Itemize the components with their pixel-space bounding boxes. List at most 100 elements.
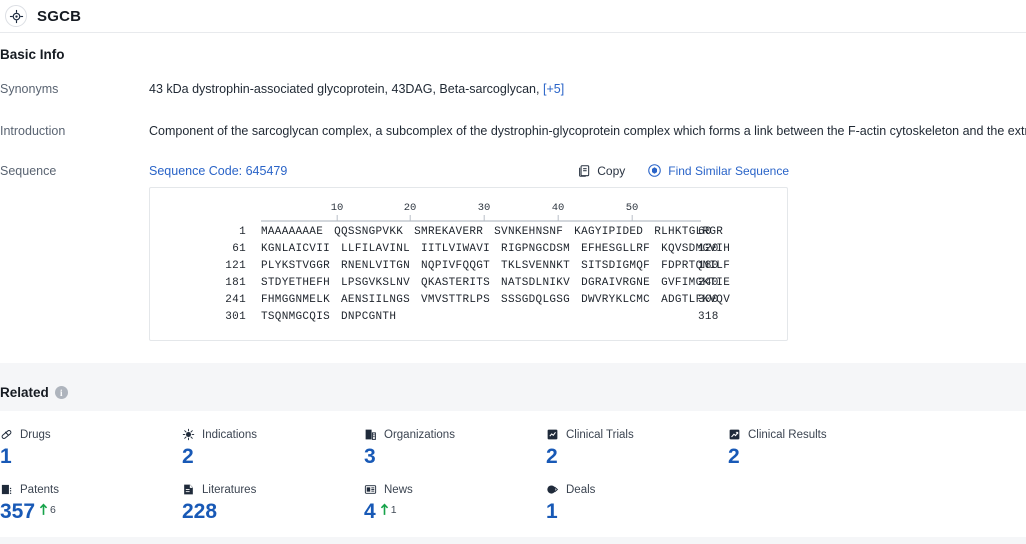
sequence-line-start: 301 [225, 311, 246, 323]
related-title: Related [0, 385, 49, 400]
synonyms-text: 43 kDa dystrophin-associated glycoprotei… [149, 82, 540, 96]
stat-value-wrap: 3 [364, 444, 546, 470]
stat-label: News [384, 483, 413, 496]
sequence-chunk: LLFILAVINL [341, 243, 411, 255]
sequence-line: 301 TSQNMGCQIS DNPCGNTH 318 [150, 311, 787, 328]
sequence-line: 121 PLYKSTVGGR RNENLVITGN NQPIVFQQGT TKL… [150, 260, 787, 277]
stat-label: Deals [566, 483, 596, 496]
find-similar-sequence-button[interactable]: Find Similar Sequence [647, 163, 789, 178]
building-icon [364, 428, 377, 441]
stat-head: News [364, 482, 546, 497]
stat-card-clinical-results[interactable]: Clinical Results 2 [728, 427, 910, 470]
sequence-chunk: GVFIMGKTIE [661, 277, 731, 289]
synonyms-more-link[interactable]: [+5] [543, 82, 564, 96]
sequence-chunk: EFHESGLLRF [581, 243, 651, 255]
sequence-header: Sequence Code: 645479 Copy Find Similar … [149, 163, 789, 178]
stat-card-indications[interactable]: Indications 2 [182, 427, 364, 470]
sequence-chunk: MAAAAAAAE [261, 226, 324, 238]
sequence-line-end: 300 [698, 294, 719, 306]
stats-grid: Drugs 1 Indications 2 Organizations 3 Cl… [0, 427, 1026, 537]
find-similar-label: Find Similar Sequence [668, 163, 789, 178]
sequence-line-chunks: PLYKSTVGGR RNENLVITGN NQPIVFQQGT TKLSVEN… [261, 260, 730, 272]
sequence-chunk: FDPRTQNILF [661, 260, 731, 272]
sequence-chunk: SITSDIGMQF [581, 260, 651, 272]
sequence-chunk: QKASTERITS [421, 277, 491, 289]
sequence-line-chunks: TSQNMGCQIS DNPCGNTH [261, 311, 698, 323]
stat-head: Patents [0, 482, 182, 497]
sequence-chunk: ADGTLFKVQV [661, 294, 731, 306]
sequence-lines: 1 MAAAAAAAE QQSSNGPVKK SMREKAVERR SVNKEH… [150, 226, 787, 328]
sequence-line-chunks: STDYETHEFH LPSGVKSLNV QKASTERITS NATSDLN… [261, 277, 730, 289]
sequence-code[interactable]: Sequence Code: 645479 [149, 164, 287, 178]
stat-value: 2 [546, 445, 558, 468]
stat-head: Clinical Trials [546, 427, 728, 442]
stat-card-clinical-trials[interactable]: Clinical Trials 2 [546, 427, 728, 470]
sequence-actions: Copy Find Similar Sequence [577, 163, 789, 178]
stat-label: Clinical Results [748, 428, 827, 441]
sequence-line-start: 181 [225, 277, 246, 289]
sequence-row: Sequence Sequence Code: 645479 Copy Find… [0, 163, 1026, 341]
arrow-up-icon [380, 503, 389, 516]
clipboard-chart-icon [546, 428, 559, 441]
basic-info-card: Basic Info Synonyms 43 kDa dystrophin-as… [0, 33, 1026, 363]
literature-icon [182, 483, 195, 496]
stat-card-literatures[interactable]: Literatures 228 [182, 482, 364, 525]
stat-label: Indications [202, 428, 257, 441]
synonyms-row: Synonyms 43 kDa dystrophin-associated gl… [0, 81, 1026, 97]
info-icon[interactable]: i [54, 386, 68, 399]
stat-label: Organizations [384, 428, 455, 441]
stat-value: 228 [182, 500, 218, 523]
sequence-ruler: 10 20 30 40 50 [261, 202, 701, 226]
arrow-up-icon [39, 503, 48, 516]
ruler-tick: 50 [625, 202, 639, 221]
sequence-chunk: FHMGGNMELK [261, 294, 331, 306]
stat-card-patents[interactable]: Patents 357 6 [0, 482, 182, 525]
sequence-chunk: RLHKTGLRGR [654, 226, 724, 238]
ruler-tick: 20 [403, 202, 417, 221]
related-section: Related i Drugs 1 Indications 2 Organiza… [0, 385, 1026, 537]
stat-value-wrap: 2 [182, 444, 364, 470]
sequence-block: Sequence Code: 645479 Copy Find Similar … [149, 163, 789, 341]
news-icon [364, 483, 377, 496]
sequence-chunk: VMVSTTRLPS [421, 294, 491, 306]
stat-value-wrap: 1 [546, 499, 728, 525]
sequence-line-start: 61 [232, 243, 246, 255]
stat-card-news[interactable]: News 4 1 [364, 482, 546, 525]
stat-card-deals[interactable]: Deals 1 [546, 482, 728, 525]
sequence-viewer: 10 20 30 40 50 1 MAAAAAAAE QQSSNGPVKK SM… [149, 187, 788, 341]
sequence-line-end: 318 [698, 311, 719, 323]
stat-value: 2 [728, 445, 740, 468]
copy-icon [577, 164, 591, 178]
find-similar-icon [647, 163, 662, 178]
sequence-line-end: 120 [698, 243, 719, 255]
sequence-chunk: AENSIILNGS [341, 294, 411, 306]
stat-value: 4 [364, 500, 376, 523]
copy-label: Copy [597, 163, 626, 178]
stat-label: Drugs [20, 428, 51, 441]
sequence-chunk: QQSSNGPVKK [334, 226, 404, 238]
sequence-chunk: IITLVIWAVI [421, 243, 491, 255]
sequence-line-start: 121 [225, 260, 246, 272]
copy-button[interactable]: Copy [577, 164, 625, 178]
stat-delta-value: 1 [390, 503, 397, 516]
sequence-line: 181 STDYETHEFH LPSGVKSLNV QKASTERITS NAT… [150, 277, 787, 294]
ruler-tick: 40 [551, 202, 565, 221]
stat-label: Patents [20, 483, 59, 496]
sequence-chunk: DNPCGNTH [341, 311, 397, 323]
stat-head: Literatures [182, 482, 364, 497]
stat-delta: 6 [39, 503, 56, 516]
stat-value: 2 [182, 445, 194, 468]
stat-head: Indications [182, 427, 364, 442]
stat-card-drugs[interactable]: Drugs 1 [0, 427, 182, 470]
basic-info-title: Basic Info [0, 47, 65, 62]
stat-label: Literatures [202, 483, 257, 496]
stat-head: Drugs [0, 427, 182, 442]
page-title: SGCB [37, 7, 82, 25]
sequence-chunk: TKLSVENNKT [501, 260, 571, 272]
sequence-chunk: SVNKEHNSNF [494, 226, 564, 238]
sequence-chunk: TSQNMGCQIS [261, 311, 331, 323]
stat-head: Deals [546, 482, 728, 497]
stat-card-organizations[interactable]: Organizations 3 [364, 427, 546, 470]
stat-value: 1 [546, 500, 558, 523]
sequence-chunk: KAGYIPIDED [574, 226, 644, 238]
